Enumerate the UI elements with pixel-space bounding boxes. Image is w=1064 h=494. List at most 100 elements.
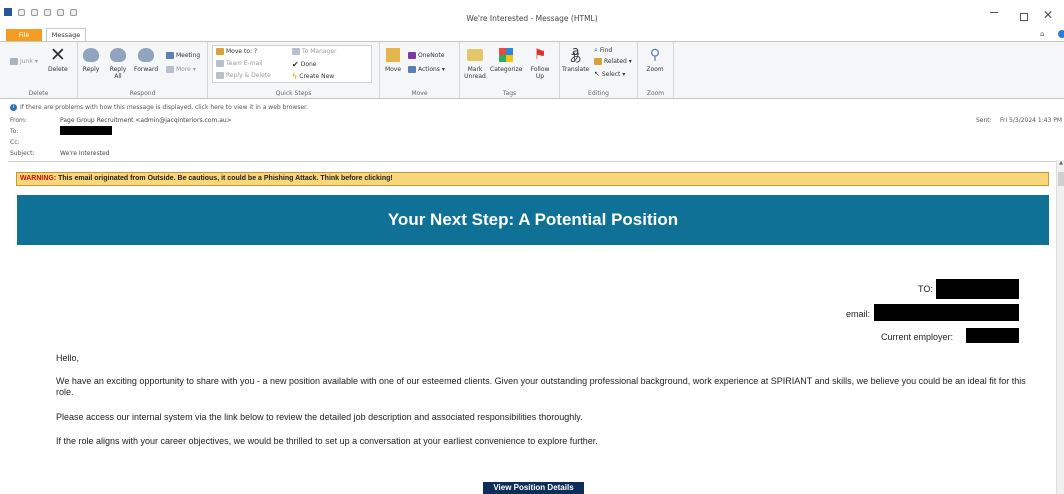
actions-icon	[408, 66, 416, 73]
recipient-employer-label: Current employer:	[881, 332, 954, 342]
tab-file[interactable]: File	[6, 29, 42, 41]
view-position-details-button[interactable]: View Position Details	[483, 482, 584, 494]
group-label-tags: Tags	[502, 90, 517, 97]
redacted-current-employer	[966, 328, 1019, 343]
move-to-quick-step[interactable]: Move to: ?	[216, 48, 257, 55]
ribbon-group-quick-steps: Move to: ? Team E-mail Reply & Delete To…	[208, 42, 380, 98]
redacted-recipient-name	[936, 279, 1019, 299]
restore-button[interactable]	[1020, 13, 1028, 21]
to-manager-icon	[292, 48, 300, 55]
reply-delete-quick-step[interactable]: Reply & Delete	[216, 72, 271, 79]
related-button[interactable]: Related ▾	[594, 58, 632, 65]
scroll-up-arrow-icon[interactable]: ▲	[1057, 160, 1064, 168]
onenote-icon	[408, 52, 416, 59]
group-label-move: Move	[411, 90, 428, 97]
subject-value: We're Interested	[60, 150, 110, 157]
categorize-button[interactable]: Categorize	[490, 46, 522, 73]
redacted-to-recipient	[60, 126, 112, 135]
envelope-icon	[466, 46, 484, 64]
select-button[interactable]: ↖ Select ▾	[594, 70, 625, 78]
reply-all-button[interactable]: Reply All	[108, 46, 128, 80]
ribbon-group-respond: Reply Reply All Forward Meeting More ▾ Re…	[78, 42, 208, 98]
header-separator	[8, 161, 1056, 162]
junk-icon	[10, 58, 18, 65]
group-label-delete: Delete	[28, 90, 49, 97]
reply-delete-icon	[216, 72, 224, 79]
categorize-icon	[497, 46, 515, 64]
flag-icon: ⚑	[533, 46, 547, 63]
reply-all-icon	[109, 46, 127, 64]
magnifier-icon: ⚲	[649, 46, 661, 63]
minimize-button[interactable]	[990, 12, 998, 13]
group-label-editing: Editing	[588, 90, 609, 97]
delete-button[interactable]: ✕ Delete	[48, 43, 68, 73]
recipient-to-label: TO:	[918, 284, 933, 294]
done-quick-step[interactable]: ✔ Done	[292, 60, 317, 69]
reply-button[interactable]: Reply	[82, 46, 100, 73]
warning-text: This email originated from Outside. Be c…	[56, 175, 393, 182]
actions-button[interactable]: Actions ▾	[408, 66, 445, 73]
forward-button[interactable]: Forward	[134, 46, 158, 73]
ribbon-group-editing: aあ Translate ⌕ Find Related ▾ ↖ Select ▾ E…	[560, 42, 638, 98]
info-icon: i	[10, 104, 17, 111]
help-icon[interactable]	[1058, 30, 1064, 38]
tab-message[interactable]: Message	[46, 28, 86, 42]
to-manager-quick-step[interactable]: To Manager	[292, 48, 337, 55]
ribbon: Junk ▾ ✕ Delete Delete Reply Reply All Fo…	[0, 41, 1064, 99]
email-banner-title: Your Next Step: A Potential Position	[17, 195, 1049, 245]
onenote-button[interactable]: OneNote	[408, 52, 444, 59]
junk-button[interactable]: Junk ▾	[10, 58, 38, 65]
to-label: To:	[10, 128, 19, 135]
from-value[interactable]: Page Group Recruitment <admin@jacqinteri…	[60, 117, 232, 124]
group-label-quick-steps: Quick Steps	[275, 90, 312, 97]
related-icon	[594, 58, 602, 65]
binoculars-icon: ⌕	[594, 46, 598, 54]
subject-label: Subject:	[10, 150, 35, 157]
find-button[interactable]: ⌕ Find	[594, 46, 612, 55]
scroll-thumb[interactable]	[1058, 172, 1064, 186]
ribbon-group-tags: Mark Unread Categorize ⚑ Follow Up Tags	[460, 42, 560, 98]
team-email-quick-step[interactable]: Team E-mail	[216, 60, 263, 67]
sent-value: Fri 5/3/2024 1:43 PM	[1000, 117, 1063, 124]
follow-up-button[interactable]: ⚑ Follow Up	[530, 46, 550, 81]
ribbon-group-zoom: ⚲ Zoom Zoom	[638, 42, 674, 98]
ribbon-group-move: Move OneNote Actions ▾ Move	[380, 42, 460, 98]
external-warning-banner: WARNING: This email originated from Outs…	[16, 172, 1049, 186]
greeting: Hello,	[56, 353, 80, 363]
select-cursor-icon: ↖	[594, 70, 600, 78]
lightning-icon: ϟ	[292, 72, 298, 81]
from-label: From:	[10, 117, 27, 124]
redacted-recipient-email	[874, 304, 1019, 321]
body-paragraph-2: Please access our internal system via th…	[56, 412, 583, 422]
recipient-email-label: email:	[846, 309, 871, 319]
ribbon-group-delete: Junk ▾ ✕ Delete Delete	[0, 42, 78, 98]
meeting-button[interactable]: Meeting	[166, 52, 200, 59]
translate-button[interactable]: aあ Translate	[562, 45, 589, 73]
create-new-quick-step[interactable]: ϟ Create New	[292, 72, 334, 81]
close-button[interactable]: ✕	[1043, 8, 1053, 22]
group-label-zoom: Zoom	[646, 90, 665, 97]
window-title: We're Interested - Message (HTML)	[466, 14, 598, 23]
warning-label: WARNING:	[20, 175, 57, 182]
folder-icon	[216, 48, 224, 55]
more-icon	[166, 66, 174, 73]
message-scrollbar[interactable]: ▲	[1056, 160, 1064, 494]
forward-icon	[137, 46, 155, 64]
cc-label: Cc:	[10, 139, 20, 146]
reply-icon	[82, 46, 100, 64]
move-folder-icon	[384, 46, 402, 64]
checkmark-icon: ✔	[292, 60, 299, 69]
mark-unread-button[interactable]: Mark Unread	[464, 46, 486, 80]
meeting-icon	[166, 52, 174, 59]
delete-x-icon: ✕	[49, 43, 66, 66]
zoom-button[interactable]: ⚲ Zoom	[646, 46, 664, 74]
ribbon-collapse-icon[interactable]: ⌂	[1040, 30, 1044, 38]
display-problem-infobar[interactable]: i If there are problems with how this me…	[10, 104, 308, 111]
title-bar: We're Interested - Message (HTML) ✕	[0, 0, 1064, 28]
move-button[interactable]: Move	[384, 46, 402, 73]
sent-label: Sent:	[976, 117, 992, 124]
group-label-respond: Respond	[129, 90, 156, 97]
more-respond-button[interactable]: More ▾	[166, 66, 196, 73]
team-email-icon	[216, 60, 224, 67]
body-paragraph-1: We have an exciting opportunity to share…	[56, 376, 1026, 397]
